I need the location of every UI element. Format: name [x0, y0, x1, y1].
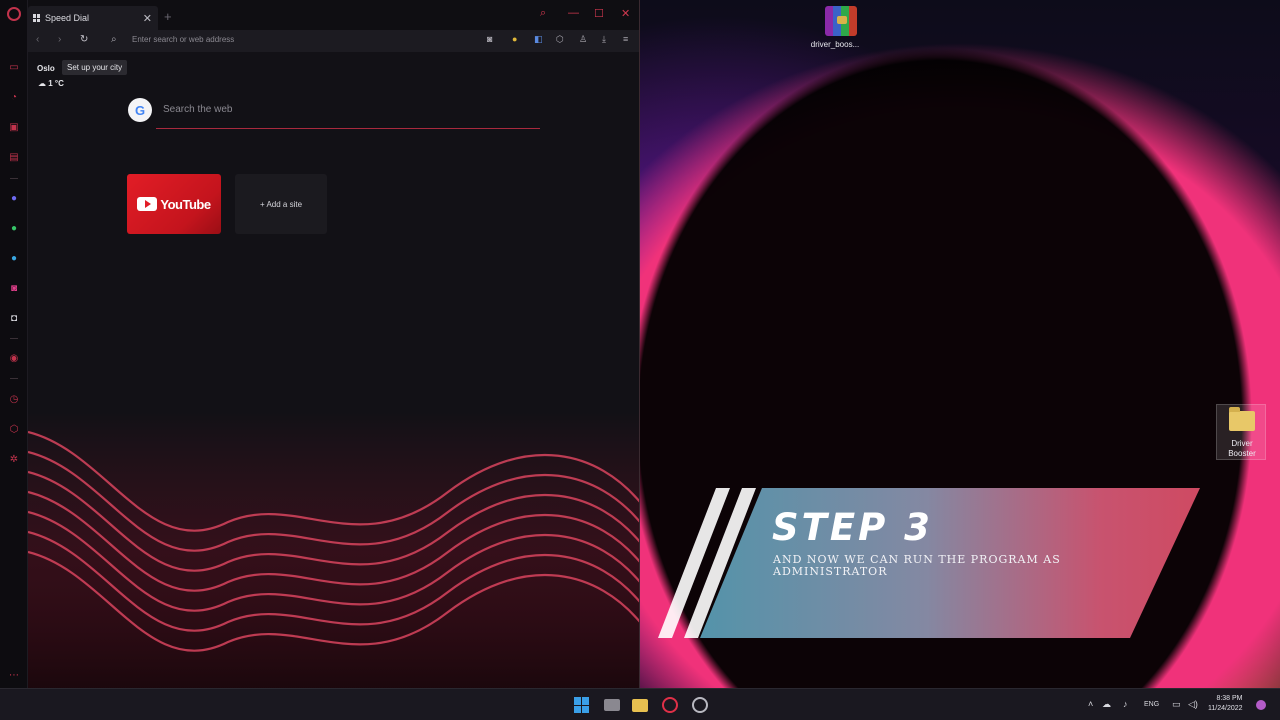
- extensions-icon[interactable]: ⬡: [7, 422, 21, 436]
- tab-bar: Speed Dial ✕ + ⌕ — ☐ ✕: [28, 0, 639, 30]
- set-city-tooltip[interactable]: Set up your city: [62, 60, 128, 75]
- snapshot-camera-icon[interactable]: ◙: [487, 34, 492, 44]
- language-indicator[interactable]: ENG: [1144, 701, 1159, 708]
- file-explorer-icon[interactable]: [632, 699, 648, 712]
- easy-setup-menu-icon[interactable]: ≡: [623, 34, 628, 44]
- youtube-play-icon: [137, 197, 158, 211]
- network-icon[interactable]: ▭: [1172, 699, 1181, 710]
- address-toolbar: ‹ › ↻ ⌕ Enter search or web address ◙ ● …: [28, 30, 639, 52]
- desktop-icon-label: Driver Booster: [1228, 439, 1256, 458]
- address-bar-input[interactable]: Enter search or web address: [132, 35, 234, 44]
- tab-speed-dial[interactable]: Speed Dial ✕: [28, 6, 158, 30]
- driver-booster-taskbar-icon[interactable]: [692, 697, 708, 713]
- downloads-icon[interactable]: ⤓: [602, 34, 606, 45]
- close-tab-icon[interactable]: ✕: [143, 12, 152, 25]
- winrar-icon: [825, 6, 857, 36]
- instagram-icon[interactable]: ◙: [7, 281, 21, 295]
- reload-icon[interactable]: ↻: [80, 34, 88, 45]
- wave-background: [28, 412, 639, 688]
- temperature: 1 °C: [48, 79, 64, 88]
- sidebar-divider: [10, 338, 18, 339]
- desktop-icon-label: driver_boos...: [810, 40, 860, 49]
- taskbar: ˄ ☁ ♪ ENG ▭ ◁) 8:38 PM 11/24/2022: [0, 688, 1280, 720]
- system-clock[interactable]: 8:38 PM 11/24/2022: [1208, 694, 1243, 714]
- cloud-icon: ☁: [38, 79, 46, 88]
- notification-icon[interactable]: [1256, 700, 1266, 710]
- opera-gx-taskbar-icon[interactable]: [662, 697, 678, 713]
- whatsapp-icon[interactable]: ●: [7, 221, 21, 235]
- messenger-icon[interactable]: ●: [7, 191, 21, 205]
- weather-widget: ☁ 1 °C: [38, 79, 64, 88]
- step-subtitle: AND NOW WE CAN RUN THE PROGRAM AS ADMINI…: [773, 553, 1061, 578]
- speed-dial-page: Oslo Set up your city ☁ 1 °C G Search th…: [28, 52, 639, 688]
- browser-sidebar: ▭ ◔ ▣ ▤ ● ● ● ◙ ◘ ◉ ◷ ⬡ ✲ ⋯: [0, 0, 28, 688]
- close-window-icon[interactable]: ✕: [621, 7, 630, 20]
- search-icon: ⌕: [111, 34, 117, 45]
- new-tab-plus-icon[interactable]: +: [164, 9, 172, 24]
- microphone-icon[interactable]: ♪: [1123, 699, 1128, 709]
- tab-title: Speed Dial: [45, 13, 90, 23]
- google-logo-icon: G: [128, 98, 152, 122]
- web-search-input[interactable]: Search the web: [163, 104, 233, 115]
- clock-time: 8:38 PM: [1216, 695, 1243, 702]
- search-tabs-icon[interactable]: ⌕: [540, 7, 546, 20]
- minimize-icon[interactable]: —: [568, 7, 579, 19]
- wallet-icon[interactable]: ●: [512, 34, 517, 44]
- back-arrow-icon[interactable]: ‹: [36, 34, 39, 45]
- extension-cube-icon[interactable]: ⬡: [556, 34, 564, 45]
- speed-dial-tile-youtube[interactable]: YouTube: [127, 174, 221, 234]
- windows-start-icon[interactable]: [574, 697, 590, 713]
- shopping-bag-icon[interactable]: ▣: [7, 120, 21, 134]
- speed-dial-grid-icon: [33, 14, 41, 22]
- search-underline: [156, 128, 540, 129]
- volume-icon[interactable]: ◁): [1188, 699, 1198, 710]
- browser-window: ▭ ◔ ▣ ▤ ● ● ● ◙ ◘ ◉ ◷ ⬡ ✲ ⋯ Speed Dial ✕…: [0, 0, 640, 688]
- profile-icon[interactable]: ♙: [579, 34, 587, 45]
- player-icon[interactable]: ◉: [7, 351, 21, 365]
- sidebar-divider: [10, 378, 18, 379]
- sidebar-divider: [10, 178, 18, 179]
- step-title: STEP 3: [772, 506, 933, 549]
- history-icon[interactable]: ◷: [7, 392, 21, 406]
- more-options-icon[interactable]: ⋯: [7, 668, 21, 682]
- speedometer-icon[interactable]: ◔: [7, 90, 21, 104]
- discord-icon[interactable]: ◘: [7, 311, 21, 325]
- translate-icon[interactable]: ◧: [534, 34, 543, 45]
- desktop-icon-driver-booster-folder[interactable]: Driver Booster: [1216, 404, 1266, 460]
- tile-label: YouTube: [160, 196, 211, 212]
- settings-gear-icon[interactable]: ✲: [7, 452, 21, 466]
- opera-logo-icon[interactable]: [7, 7, 21, 21]
- forward-arrow-icon[interactable]: ›: [58, 34, 61, 45]
- tile-label: + Add a site: [259, 199, 303, 209]
- tray-chevron-up-icon[interactable]: ˄: [1088, 699, 1093, 709]
- folder-icon: [1229, 407, 1255, 431]
- maximize-icon[interactable]: ☐: [594, 7, 604, 20]
- add-site-tile[interactable]: + Add a site: [235, 174, 327, 234]
- clock-date: 11/24/2022: [1208, 705, 1243, 712]
- onedrive-cloud-icon[interactable]: ☁: [1102, 699, 1111, 710]
- task-view-icon[interactable]: [604, 699, 620, 711]
- weather-city[interactable]: Oslo: [37, 64, 55, 73]
- speed-dial-icon[interactable]: ▭: [7, 60, 21, 74]
- telegram-icon[interactable]: ●: [7, 251, 21, 265]
- twitch-icon[interactable]: ▤: [7, 150, 21, 164]
